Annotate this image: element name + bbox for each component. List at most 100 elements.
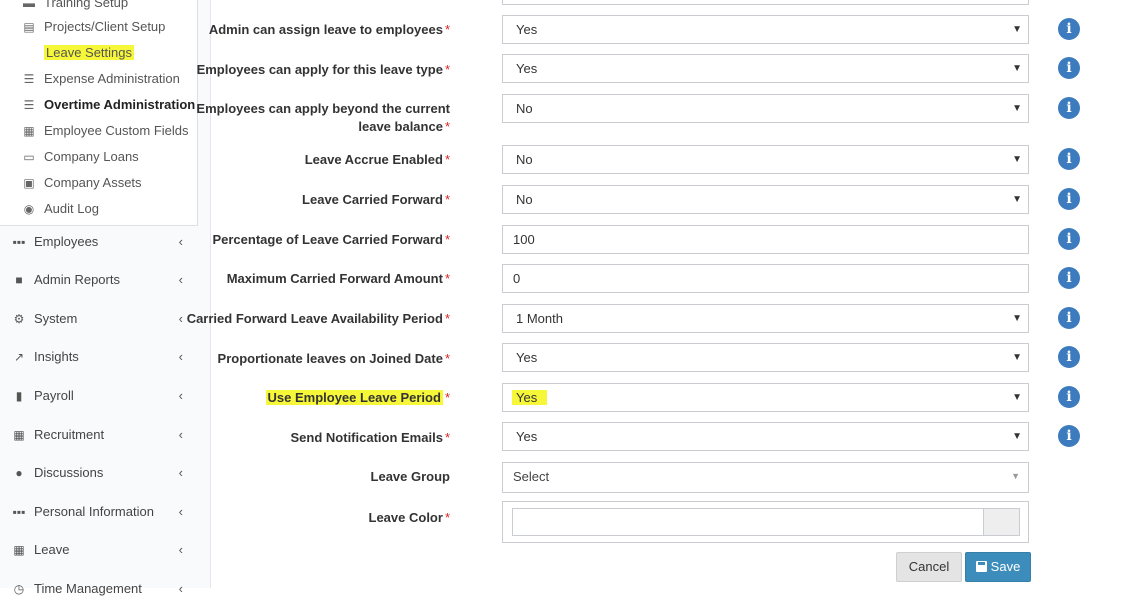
employees-apply-select[interactable]: Yes ▼ xyxy=(502,54,1029,83)
card-icon: ▭ xyxy=(23,150,35,164)
form-row-admin-assign: Admin can assign leave to employees * Yes… xyxy=(209,15,1100,45)
info-icon[interactable]: i xyxy=(1058,97,1080,119)
bars-icon: ☰ xyxy=(23,72,35,86)
sidebar-item-leave[interactable]: ▦ Leave ‹ xyxy=(0,531,197,569)
list-icon: ▤ xyxy=(23,20,35,34)
chevron-down-icon: ▼ xyxy=(1012,352,1022,363)
info-icon[interactable]: i xyxy=(1058,57,1080,79)
info-icon[interactable]: i xyxy=(1058,425,1080,447)
sidebar-item-leave-settings[interactable]: Leave Settings xyxy=(22,40,135,66)
chevron-left-icon: ‹ xyxy=(178,272,183,287)
sidebar-item-overtime-administration[interactable]: ☰ Overtime Administration xyxy=(22,92,196,118)
field-label: Leave Color * xyxy=(368,510,450,525)
sidebar-item-recruitment[interactable]: ▦ Recruitment ‹ xyxy=(0,416,197,454)
field-label: Employees can apply for this leave type * xyxy=(196,62,450,77)
field-label: Leave Group xyxy=(370,469,450,484)
field-label: Carried Forward Leave Availability Perio… xyxy=(186,311,450,326)
chevron-left-icon: ‹ xyxy=(178,388,183,403)
apply-beyond-balance-select[interactable]: No ▼ xyxy=(502,94,1029,123)
employee-leave-period-select[interactable]: Yes ▼ xyxy=(502,383,1029,412)
form-row-partial xyxy=(220,0,1100,6)
cancel-button[interactable]: Cancel xyxy=(896,552,962,582)
form-row-leave-group: Leave Group Select ▼ xyxy=(220,462,1100,493)
info-icon[interactable]: i xyxy=(1058,386,1080,408)
form-row-max-carried: Maximum Carried Forward Amount * 0 i xyxy=(220,264,1100,294)
sidebar-item-insights[interactable]: ↗ Insights ‹ xyxy=(0,338,197,376)
table-icon: ▦ xyxy=(23,124,35,138)
leave-group-select[interactable]: Select ▼ xyxy=(502,462,1029,493)
sidebar-item-personal-information[interactable]: ▪▪▪ Personal Information ‹ xyxy=(0,493,197,531)
archive-icon: ▣ xyxy=(23,176,35,190)
calendar-icon: ▦ xyxy=(13,543,25,557)
chevron-down-icon: ▼ xyxy=(1012,392,1022,403)
sidebar-item-employee-custom-fields[interactable]: ▦ Employee Custom Fields xyxy=(22,118,188,144)
chevron-down-icon: ▼ xyxy=(1011,471,1020,481)
chevron-down-icon: ▼ xyxy=(1012,194,1022,205)
floppy-disk-icon xyxy=(975,561,987,572)
save-button[interactable]: Save xyxy=(965,552,1031,582)
form-row-apply-beyond-balance: Employees can apply beyond the current l… xyxy=(196,94,1100,140)
field-label: Leave Accrue Enabled * xyxy=(304,152,450,167)
chevron-down-icon: ▼ xyxy=(1012,313,1022,324)
info-icon[interactable]: i xyxy=(1058,228,1080,250)
form-row-notification-emails: Send Notification Emails * Yes ▼ i xyxy=(220,422,1100,452)
cogs-icon: ⚙ xyxy=(13,312,25,326)
file-icon: ▮ xyxy=(15,389,23,403)
sidebar: ▬ Training Setup ▤ Projects/Client Setup L… xyxy=(0,0,211,596)
form-row-leave-color: Leave Color * xyxy=(220,501,1100,543)
proportionate-select[interactable]: Yes ▼ xyxy=(502,343,1029,372)
chevron-down-icon: ▼ xyxy=(1012,103,1022,114)
sidebar-item-system[interactable]: ⚙ System ‹ xyxy=(0,300,197,338)
field-label: Leave Carried Forward * xyxy=(302,192,450,207)
field-label: Percentage of Leave Carried Forward * xyxy=(212,232,450,247)
info-icon[interactable]: i xyxy=(1058,346,1080,368)
carried-forward-select[interactable]: No ▼ xyxy=(502,185,1029,214)
sidebar-item-time-management[interactable]: ◷ Time Management ‹ xyxy=(0,570,197,608)
sidebar-item-admin-reports[interactable]: ■ Admin Reports ‹ xyxy=(0,261,197,299)
info-icon[interactable]: i xyxy=(1058,18,1080,40)
info-icon[interactable]: i xyxy=(1058,267,1080,289)
sidebar-item-company-assets[interactable]: ▣ Company Assets xyxy=(22,170,141,196)
sidebar-item-expense-administration[interactable]: ☰ Expense Administration xyxy=(22,66,180,92)
chevron-left-icon: ‹ xyxy=(178,465,183,480)
chevron-left-icon: ‹ xyxy=(178,542,183,557)
percentage-carried-input[interactable]: 100 xyxy=(502,225,1029,254)
availability-period-select[interactable]: 1 Month ▼ xyxy=(502,304,1029,333)
field-label: Send Notification Emails * xyxy=(290,430,450,445)
chart-icon: ↗ xyxy=(13,350,25,364)
partial-select[interactable] xyxy=(502,0,1029,5)
form-row-employee-leave-period: Use Employee Leave Period * Yes ▼ i xyxy=(220,383,1100,413)
chevron-left-icon: ‹ xyxy=(178,234,183,249)
sidebar-item-company-loans[interactable]: ▭ Company Loans xyxy=(22,144,138,170)
admin-assign-select[interactable]: Yes ▼ xyxy=(502,15,1029,44)
leave-color-field xyxy=(502,501,1029,543)
chevron-left-icon: ‹ xyxy=(178,349,183,364)
notification-emails-select[interactable]: Yes ▼ xyxy=(502,422,1029,451)
cubes-icon: ■ xyxy=(15,273,23,287)
leave-accrue-select[interactable]: No ▼ xyxy=(502,145,1029,174)
sidebar-item-employees[interactable]: ▪▪▪ Employees ‹ xyxy=(0,223,197,261)
leave-color-input[interactable] xyxy=(512,508,1020,536)
sidebar-item-discussions[interactable]: ● Discussions ‹ xyxy=(0,454,197,492)
chevron-left-icon: ‹ xyxy=(178,504,183,519)
chevron-down-icon: ▼ xyxy=(1012,24,1022,35)
sidebar-item-payroll[interactable]: ▮ Payroll ‹ xyxy=(0,377,197,415)
clock-icon: ◷ xyxy=(13,582,25,596)
form-row-employees-apply: Employees can apply for this leave type *… xyxy=(197,54,1100,84)
grid-icon: ▪▪▪ xyxy=(12,505,26,519)
form-row-percentage-carried: Percentage of Leave Carried Forward * 100… xyxy=(212,225,1100,255)
chevron-left-icon: ‹ xyxy=(178,427,183,442)
form-row-leave-accrue: Leave Accrue Enabled * No ▼ i xyxy=(220,145,1100,175)
sidebar-item-projects-client-setup[interactable]: ▤ Projects/Client Setup xyxy=(22,14,165,40)
info-icon[interactable]: i xyxy=(1058,188,1080,210)
chevron-left-icon: ‹ xyxy=(178,311,183,326)
max-carried-input[interactable]: 0 xyxy=(502,264,1029,293)
color-swatch[interactable] xyxy=(983,508,1020,536)
field-label: Employees can apply beyond the current l… xyxy=(196,101,450,134)
sidebar-item-audit-log[interactable]: ◉ Audit Log xyxy=(22,196,99,222)
field-label: Proportionate leaves on Joined Date * xyxy=(217,351,450,366)
field-label: Use Employee Leave Period * xyxy=(265,390,450,405)
info-icon[interactable]: i xyxy=(1058,307,1080,329)
admin-submenu: ▬ Training Setup ▤ Projects/Client Setup L… xyxy=(0,0,198,226)
info-icon[interactable]: i xyxy=(1058,148,1080,170)
